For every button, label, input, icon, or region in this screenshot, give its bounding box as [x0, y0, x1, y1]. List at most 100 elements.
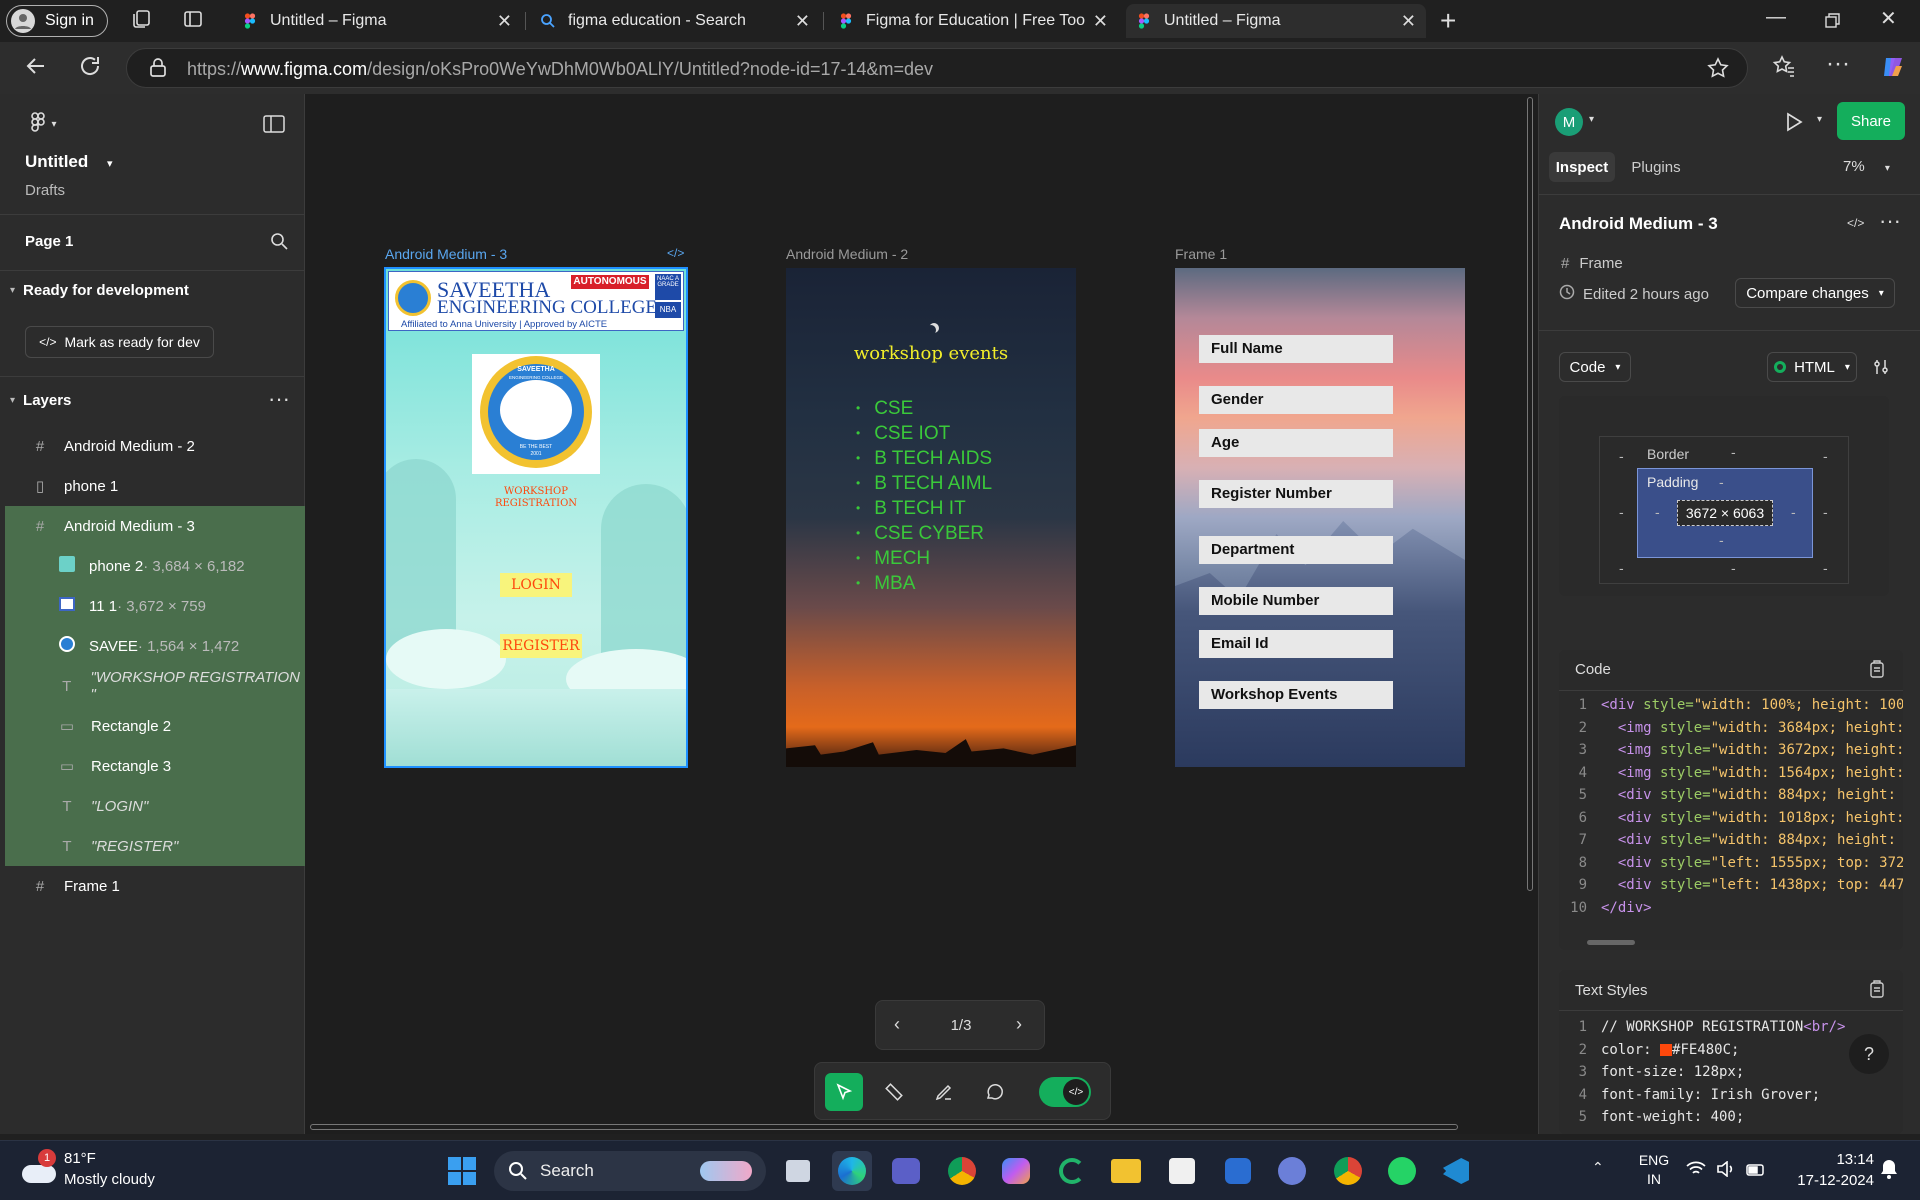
frame-label-frame-1[interactable]: Frame 1 [1175, 246, 1227, 262]
form-field[interactable]: Workshop Events [1199, 681, 1393, 709]
chevron-down-icon[interactable]: ▾ [1589, 114, 1594, 125]
form-field[interactable]: Age [1199, 429, 1393, 457]
layer-phone-1[interactable]: ▯ phone 1 [0, 466, 305, 506]
collections-icon[interactable] [130, 8, 152, 36]
code-settings-icon[interactable] [1872, 358, 1890, 381]
code-scrollbar[interactable] [1587, 940, 1635, 945]
chrome-icon[interactable] [942, 1151, 982, 1191]
comment-tool-button[interactable] [975, 1073, 1013, 1111]
weather-widget[interactable]: 1 81°F Mostly cloudy [20, 1149, 180, 1193]
wifi-icon[interactable] [1686, 1161, 1706, 1182]
copilot-app-icon[interactable] [996, 1151, 1036, 1191]
zoom-level[interactable]: 7% ▾ [1843, 158, 1890, 175]
close-tab-icon[interactable]: ✕ [1401, 11, 1416, 32]
code-lines[interactable]: 1 <div style="width: 100%; height: 100 2 <… [1559, 694, 1903, 924]
copy-code-icon[interactable] [1869, 660, 1885, 683]
close-window-icon[interactable]: ✕ [1880, 6, 1897, 31]
form-field[interactable]: Register Number [1199, 480, 1393, 508]
more-options-icon[interactable]: ··· [1879, 208, 1901, 234]
compare-changes-button[interactable]: Compare changes ▾ [1735, 278, 1895, 308]
frame-label-android-medium-3[interactable]: Android Medium - 3 [385, 246, 507, 262]
copilot-icon[interactable] [1880, 54, 1906, 86]
form-field[interactable]: Email Id [1199, 630, 1393, 658]
volume-icon[interactable] [1716, 1160, 1734, 1182]
start-icon[interactable] [442, 1151, 482, 1191]
layer-workshop-text[interactable]: T "WORKSHOP REGISTRATION " [0, 666, 305, 706]
dev-code-icon[interactable]: </> [667, 246, 684, 260]
layer-android-medium-3[interactable]: # Android Medium - 3 [0, 506, 305, 546]
vertical-scrollbar[interactable] [1527, 97, 1533, 891]
loading-app-icon[interactable] [1052, 1151, 1092, 1191]
code-view-dropdown[interactable]: Code ▾ [1559, 352, 1631, 382]
favorite-star-icon[interactable] [1707, 57, 1729, 84]
language-indicator[interactable]: ENG IN [1634, 1151, 1674, 1189]
layer-android-medium-2[interactable]: # Android Medium - 2 [0, 426, 305, 466]
refresh-icon[interactable] [78, 54, 102, 84]
notification-bell-icon[interactable] [1880, 1159, 1898, 1184]
move-tool-button[interactable] [825, 1073, 863, 1111]
style-lines[interactable]: 1// WORKSHOP REGISTRATION<br/> 2 color: #F… [1559, 1016, 1903, 1134]
ready-for-dev-header[interactable]: ▾ Ready for development [10, 282, 189, 299]
vscode-icon[interactable] [1436, 1151, 1476, 1191]
page-name[interactable]: Page 1 [25, 233, 73, 250]
tab-figma-for-education[interactable]: Figma for Education | Free Tools f ✕ [828, 4, 1118, 38]
layer-rectangle-3[interactable]: ▭ Rectangle 3 [0, 746, 305, 786]
avatar[interactable]: M [1555, 108, 1583, 136]
file-location[interactable]: Drafts [25, 182, 65, 199]
clock[interactable]: 13:14 17-12-2024 [1774, 1149, 1874, 1191]
signin-button[interactable]: Sign in [6, 5, 108, 37]
annotate-tool-button[interactable] [925, 1073, 963, 1111]
dev-mode-toggle[interactable]: </> [1039, 1077, 1091, 1107]
figma-menu-button[interactable]: ▾ [26, 111, 62, 136]
tab-actions-icon[interactable] [182, 8, 204, 36]
horizontal-scrollbar[interactable] [310, 1124, 1458, 1130]
layer-11-1[interactable]: 11 1 · 3,672 × 759 [0, 586, 305, 626]
form-field[interactable]: Mobile Number [1199, 587, 1393, 615]
tab-inspect[interactable]: Inspect [1549, 152, 1615, 182]
frame-android-medium-3[interactable]: AUTONOMOUS SAVEETHA ENGINEERING COLLEGE … [384, 267, 688, 768]
back-icon[interactable] [24, 54, 48, 84]
frame-label-android-medium-2[interactable]: Android Medium - 2 [786, 246, 908, 262]
chevron-down-icon[interactable]: ▾ [1817, 114, 1822, 125]
present-icon[interactable] [1785, 112, 1803, 137]
chrome-profile-icon[interactable] [1328, 1151, 1368, 1191]
close-tab-icon[interactable]: ✕ [497, 11, 512, 32]
frame-android-medium-2[interactable]: workshop events • CSE • CSE IOT • B TECH AIDS… [786, 268, 1076, 767]
next-frame-icon[interactable]: › [1016, 1014, 1022, 1035]
form-field[interactable]: Gender [1199, 386, 1393, 414]
layer-login-text[interactable]: T "LOGIN" [0, 786, 305, 826]
register-button[interactable]: REGISTER [500, 634, 582, 658]
more-icon[interactable]: ··· [1826, 50, 1850, 78]
layer-register-text[interactable]: T "REGISTER" [0, 826, 305, 866]
tab-plugins[interactable]: Plugins [1621, 152, 1691, 182]
store-icon[interactable] [1162, 1151, 1202, 1191]
frame-1-registration-form[interactable]: Full Name Gender Age Register Number Departm… [1175, 268, 1465, 767]
share-button[interactable]: Share [1837, 102, 1905, 140]
toggle-sidebar-icon[interactable] [262, 112, 286, 136]
measure-tool-button[interactable] [875, 1073, 913, 1111]
task-view-icon[interactable] [778, 1151, 818, 1191]
restore-icon[interactable] [1824, 10, 1842, 36]
tab-untitled-figma-active[interactable]: Untitled – Figma ✕ [1126, 4, 1426, 38]
close-tab-icon[interactable]: ✕ [1093, 11, 1108, 32]
code-icon[interactable]: </> [1847, 216, 1864, 230]
chevron-up-icon[interactable]: ⌃ [1592, 1159, 1604, 1176]
mark-ready-for-dev-button[interactable]: </> Mark as ready for dev [25, 326, 214, 358]
url-field[interactable]: https://www.figma.com/design/oKsPro0WeYw… [126, 48, 1748, 88]
layer-rectangle-2[interactable]: ▭ Rectangle 2 [0, 706, 305, 746]
copy-styles-icon[interactable] [1869, 980, 1885, 1003]
teams-icon[interactable] [886, 1151, 926, 1191]
layers-header[interactable]: ▾ Layers [10, 392, 71, 409]
minimize-icon[interactable]: — [1766, 6, 1786, 29]
layer-frame-1[interactable]: # Frame 1 [0, 866, 305, 906]
tab-untitled-figma-1[interactable]: Untitled – Figma ✕ [232, 4, 522, 38]
tab-figma-education-search[interactable]: figma education - Search ✕ [530, 4, 820, 38]
favorites-icon[interactable] [1772, 54, 1796, 84]
battery-icon[interactable] [1746, 1163, 1766, 1181]
form-field[interactable]: Department [1199, 536, 1393, 564]
form-field[interactable]: Full Name [1199, 335, 1393, 363]
design-canvas[interactable]: Android Medium - 3 </> Android Medium - … [305, 94, 1538, 1134]
login-button[interactable]: LOGIN [500, 573, 572, 597]
edge-icon[interactable] [832, 1151, 872, 1191]
layer-savee[interactable]: SAVEE · 1,564 × 1,472 [0, 626, 305, 666]
